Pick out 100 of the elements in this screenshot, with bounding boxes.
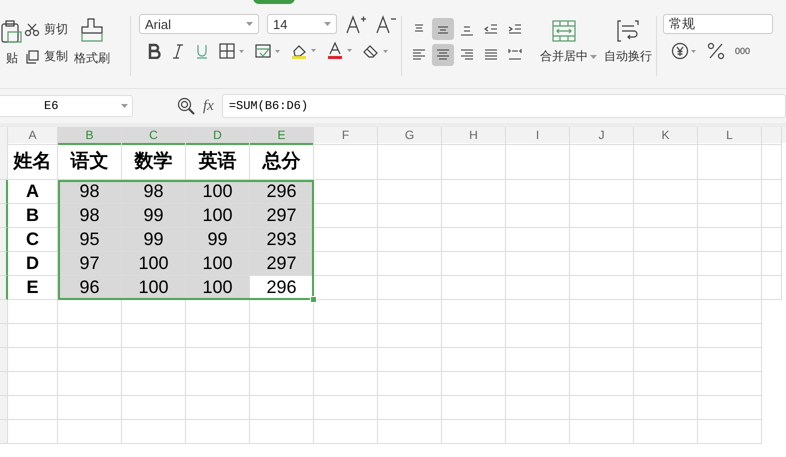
italic-icon[interactable] [171, 43, 185, 59]
empty-cell[interactable] [378, 396, 442, 420]
empty-cell[interactable] [250, 396, 314, 420]
font-name-dropdown[interactable]: Arial [139, 14, 259, 34]
empty-cell[interactable] [314, 324, 378, 348]
empty-cell[interactable] [762, 143, 782, 180]
empty-cell[interactable] [762, 276, 782, 300]
empty-cell[interactable] [570, 228, 634, 252]
empty-cell[interactable] [378, 143, 442, 180]
empty-cell[interactable] [250, 324, 314, 348]
dropdown-caret-icon[interactable] [590, 55, 597, 59]
empty-cell[interactable] [506, 348, 570, 372]
empty-cell[interactable] [506, 420, 570, 444]
align-center-button[interactable] [432, 44, 454, 66]
empty-cell[interactable] [442, 324, 506, 348]
empty-cell[interactable] [58, 420, 122, 444]
wrap-text-button[interactable]: 自动换行 [604, 6, 652, 65]
row-header[interactable] [0, 276, 8, 300]
merge-cells-icon[interactable] [552, 20, 576, 42]
empty-cell[interactable] [122, 324, 186, 348]
empty-cell[interactable] [762, 228, 782, 252]
row-header[interactable] [0, 252, 8, 276]
empty-cell[interactable] [378, 300, 442, 324]
clipboard-icon[interactable] [0, 20, 22, 44]
empty-cell[interactable] [186, 396, 250, 420]
empty-cell[interactable] [634, 420, 698, 444]
format-painter-button[interactable]: 格式刷 [74, 14, 110, 67]
empty-cell[interactable] [122, 348, 186, 372]
empty-cell[interactable] [634, 276, 698, 300]
brush-icon[interactable] [80, 18, 104, 44]
empty-cell[interactable] [570, 252, 634, 276]
empty-cell[interactable] [634, 180, 698, 204]
empty-cell[interactable] [378, 252, 442, 276]
empty-cell[interactable] [378, 372, 442, 396]
column-header[interactable]: H [442, 127, 506, 145]
empty-cell[interactable] [698, 204, 762, 228]
empty-cell[interactable] [698, 348, 762, 372]
row-header[interactable] [0, 228, 8, 252]
empty-cell[interactable] [634, 228, 698, 252]
empty-cell[interactable] [442, 204, 506, 228]
empty-cell[interactable] [442, 300, 506, 324]
empty-cell[interactable] [570, 348, 634, 372]
empty-cell[interactable] [698, 276, 762, 300]
empty-cell[interactable] [442, 180, 506, 204]
empty-cell[interactable] [698, 252, 762, 276]
row-header[interactable] [0, 180, 8, 204]
empty-cell[interactable] [442, 420, 506, 444]
dropdown-caret-icon[interactable] [246, 22, 253, 26]
empty-cell[interactable] [250, 420, 314, 444]
empty-cell[interactable] [314, 372, 378, 396]
empty-cell[interactable] [698, 396, 762, 420]
cut-button[interactable]: 剪切 [24, 21, 68, 38]
empty-cell[interactable] [570, 143, 634, 180]
empty-cell[interactable] [442, 252, 506, 276]
empty-cell[interactable] [378, 204, 442, 228]
copy-icon[interactable] [24, 50, 40, 64]
empty-cell[interactable] [58, 300, 122, 324]
empty-cell[interactable] [570, 396, 634, 420]
empty-cell[interactable] [570, 300, 634, 324]
empty-cell[interactable] [442, 396, 506, 420]
empty-cell[interactable] [762, 180, 782, 204]
empty-cell[interactable] [634, 204, 698, 228]
empty-cell[interactable] [634, 300, 698, 324]
column-header[interactable]: J [570, 127, 634, 145]
thousands-separator-button[interactable]: 000 [735, 46, 750, 56]
empty-cell[interactable] [506, 300, 570, 324]
empty-cell[interactable] [58, 372, 122, 396]
empty-cell[interactable] [378, 276, 442, 300]
paste-button[interactable]: 贴 [0, 14, 18, 67]
increase-font-icon[interactable] [345, 14, 367, 34]
empty-cell[interactable] [506, 324, 570, 348]
empty-cell[interactable] [570, 276, 634, 300]
empty-cell[interactable] [506, 180, 570, 204]
dropdown-caret-icon[interactable] [121, 104, 128, 108]
empty-cell[interactable] [186, 372, 250, 396]
empty-cell[interactable] [570, 420, 634, 444]
name-box[interactable]: E6 [0, 95, 133, 117]
empty-cell[interactable] [442, 143, 506, 180]
empty-cell[interactable] [698, 372, 762, 396]
empty-cell[interactable] [314, 143, 378, 180]
empty-cell[interactable] [506, 252, 570, 276]
empty-cell[interactable] [442, 228, 506, 252]
row-header[interactable] [0, 204, 8, 228]
empty-cell[interactable] [506, 228, 570, 252]
underline-icon[interactable] [195, 43, 209, 59]
empty-cell[interactable] [762, 204, 782, 228]
empty-cell[interactable] [570, 180, 634, 204]
zoom-search-icon[interactable] [177, 97, 195, 115]
empty-cell[interactable] [186, 324, 250, 348]
empty-cell[interactable] [58, 324, 122, 348]
empty-cell[interactable] [634, 396, 698, 420]
empty-cell[interactable] [378, 228, 442, 252]
align-middle-button[interactable] [432, 18, 454, 40]
empty-cell[interactable] [250, 348, 314, 372]
empty-cell[interactable] [634, 143, 698, 180]
empty-cell[interactable] [314, 348, 378, 372]
column-header[interactable]: I [506, 127, 570, 145]
empty-cell[interactable] [58, 396, 122, 420]
empty-cell[interactable] [442, 276, 506, 300]
empty-cell[interactable] [506, 204, 570, 228]
